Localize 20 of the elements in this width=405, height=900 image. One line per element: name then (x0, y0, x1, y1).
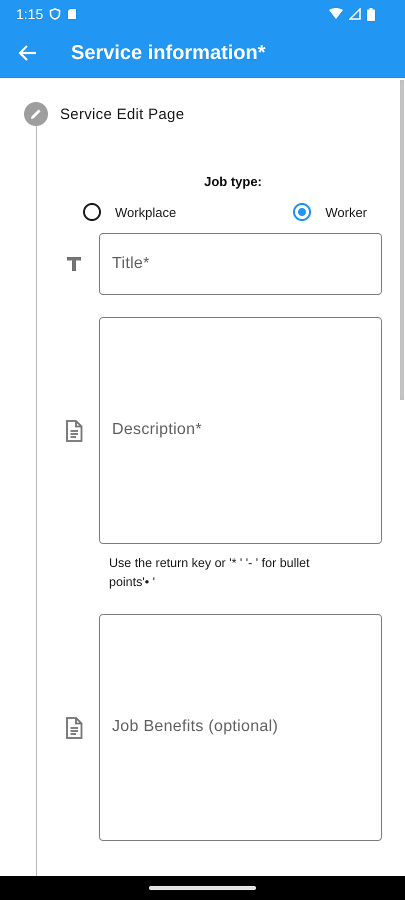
status-time: 1:15 (16, 6, 44, 22)
document-icon (63, 716, 85, 738)
pencil-icon (24, 102, 48, 126)
text-area-field[interactable]: Job Benefits (optional) (99, 614, 382, 841)
step-title: Service Edit Page (60, 106, 184, 122)
home-handle[interactable] (149, 886, 256, 890)
battery-icon (367, 8, 375, 20)
text-area-field[interactable]: Description* (99, 317, 382, 544)
job-type-label: Job type: (203, 174, 263, 189)
wifi-icon (329, 8, 343, 20)
shield-icon (49, 8, 62, 20)
sd-card-icon (67, 8, 78, 20)
radio-option[interactable]: Worker (293, 203, 367, 221)
title-field[interactable]: Title* (99, 233, 382, 295)
back-arrow-icon[interactable] (18, 43, 38, 63)
helper-text: Use the return key or '* ' '- ' for bullet points'• ' (109, 555, 311, 591)
signal-icon (349, 8, 361, 20)
screen-title: Service information* (71, 42, 266, 64)
document-icon (63, 420, 85, 442)
radio-option[interactable]: Workplace (83, 203, 176, 221)
